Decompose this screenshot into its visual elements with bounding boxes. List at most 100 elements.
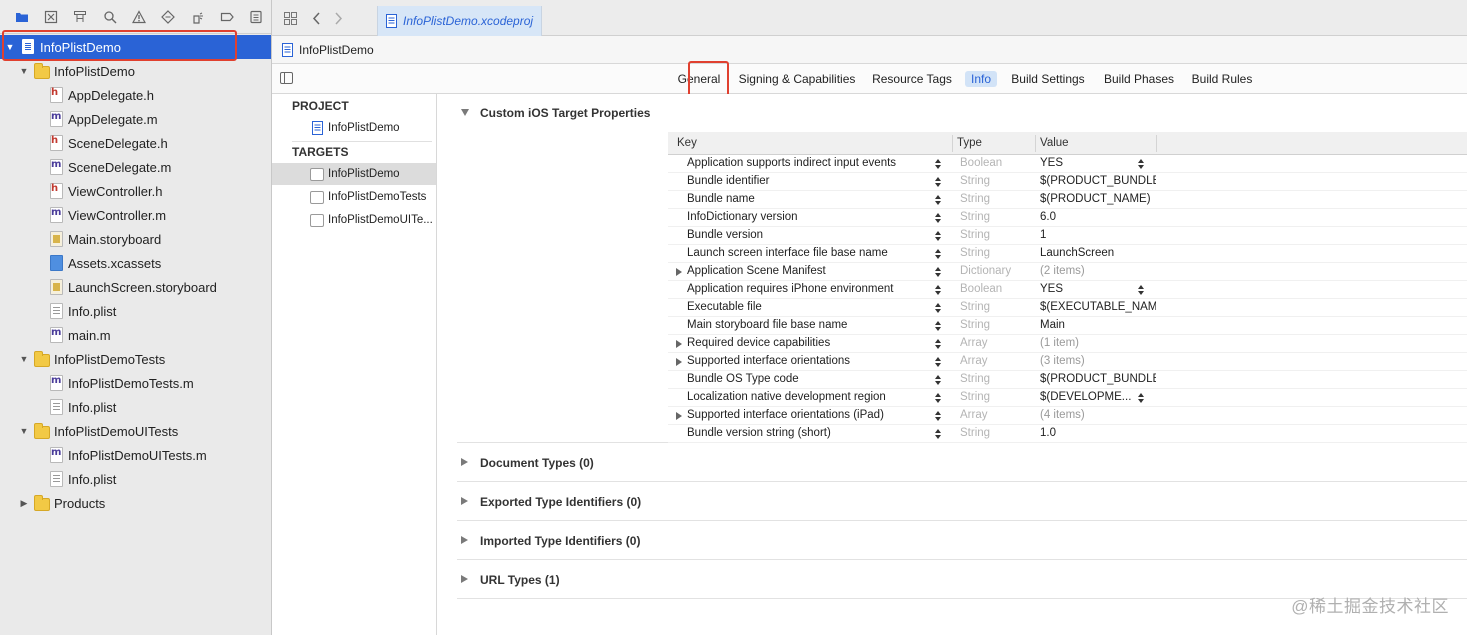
plist-value[interactable]: $(EXECUTABLE_NAME)	[1040, 301, 1156, 313]
tree-folder[interactable]: ▼ InfoPlistDemoUITests	[0, 419, 271, 443]
plist-key[interactable]: Supported interface orientations	[687, 355, 850, 367]
plist-value[interactable]: (3 items)	[1040, 355, 1156, 367]
tree-file[interactable]: h ViewController.h	[0, 179, 271, 203]
plist-value[interactable]: 1	[1040, 229, 1156, 241]
plist-value[interactable]: $(PRODUCT_NAME)	[1040, 193, 1156, 205]
plist-key[interactable]: Application requires iPhone environment	[687, 283, 893, 295]
tree-file[interactable]: m InfoPlistDemoUITests.m	[0, 443, 271, 467]
plist-type[interactable]: Array	[960, 409, 987, 421]
project-item[interactable]: InfoPlistDemo	[272, 117, 436, 139]
disclosure-open-icon[interactable]: ▼	[19, 354, 29, 364]
tab-info[interactable]: Info	[965, 71, 997, 87]
breakpoint-navigator-button[interactable]	[212, 6, 241, 28]
plist-value[interactable]: $(PRODUCT_BUNDLE_IDENTIFIER)	[1040, 175, 1156, 187]
disclosure-collapsed-icon[interactable]	[461, 497, 468, 505]
tree-file[interactable]: m main.m	[0, 323, 271, 347]
plist-type[interactable]: Boolean	[960, 157, 1002, 169]
debug-navigator-button[interactable]	[183, 6, 212, 28]
forward-chevron-icon[interactable]	[330, 10, 346, 26]
plist-row[interactable]: Bundle version string (short) String 1.0	[668, 425, 1467, 443]
target-item[interactable]: InfoPlistDemoTests	[272, 186, 436, 208]
tree-folder[interactable]: ▼ InfoPlistDemoTests	[0, 347, 271, 371]
folder-navigator-button[interactable]	[7, 6, 36, 28]
plist-value[interactable]: 1.0	[1040, 427, 1156, 439]
section-exported-types[interactable]: Exported Type Identifiers (0)	[457, 483, 1467, 521]
disclosure-expanded-icon[interactable]	[461, 109, 469, 116]
disclosure-closed-icon[interactable]: ▶	[19, 498, 29, 508]
plist-type[interactable]: Array	[960, 337, 987, 349]
tab-build-phases[interactable]: Build Phases	[1101, 71, 1177, 87]
tab-build-settings[interactable]: Build Settings	[1008, 71, 1088, 87]
plist-row[interactable]: Executable file String $(EXECUTABLE_NAME)	[668, 299, 1467, 317]
report-navigator-button[interactable]	[242, 6, 271, 28]
key-stepper-icon[interactable]	[935, 248, 943, 261]
plist-row[interactable]: Supported interface orientations Array (3 …	[668, 353, 1467, 371]
key-stepper-icon[interactable]	[935, 428, 943, 441]
disclosure-open-icon[interactable]: ▼	[19, 66, 29, 76]
value-stepper-icon[interactable]	[1138, 392, 1146, 405]
plist-row[interactable]: Bundle OS Type code String $(PRODUCT_BUNDL…	[668, 371, 1467, 389]
row-disclosure-icon[interactable]	[676, 412, 682, 420]
target-item[interactable]: InfoPlistDemoUITe...	[272, 209, 436, 231]
plist-value[interactable]: (2 items)	[1040, 265, 1156, 277]
plist-type[interactable]: String	[960, 193, 990, 205]
test-navigator-button[interactable]	[154, 6, 183, 28]
plist-key[interactable]: Required device capabilities	[687, 337, 830, 349]
tree-file[interactable]: h AppDelegate.h	[0, 83, 271, 107]
plist-key[interactable]: Bundle version	[687, 229, 763, 241]
plist-key[interactable]: Application supports indirect input even…	[687, 157, 896, 169]
plist-type[interactable]: Array	[960, 355, 987, 367]
grid-icon[interactable]	[282, 10, 298, 26]
plist-type[interactable]: String	[960, 427, 990, 439]
plist-value[interactable]: LaunchScreen	[1040, 247, 1156, 259]
plist-value[interactable]: Main	[1040, 319, 1156, 331]
plist-type[interactable]: Dictionary	[960, 265, 1011, 277]
key-stepper-icon[interactable]	[935, 338, 943, 351]
plist-key[interactable]: Application Scene Manifest	[687, 265, 826, 277]
plist-type[interactable]: String	[960, 247, 990, 259]
section-imported-types[interactable]: Imported Type Identifiers (0)	[457, 522, 1467, 560]
key-stepper-icon[interactable]	[935, 158, 943, 171]
jump-bar-project[interactable]: InfoPlistDemo	[299, 43, 374, 57]
plist-row[interactable]: Application requires iPhone environment B…	[668, 281, 1467, 299]
plist-type[interactable]: String	[960, 373, 990, 385]
key-stepper-icon[interactable]	[935, 356, 943, 369]
disclosure-collapsed-icon[interactable]	[461, 536, 468, 544]
plist-type[interactable]: String	[960, 229, 990, 241]
plist-row[interactable]: Launch screen interface file base name St…	[668, 245, 1467, 263]
find-navigator-button[interactable]	[95, 6, 124, 28]
tab-signing-capabilities[interactable]: Signing & Capabilities	[735, 71, 859, 87]
plist-row[interactable]: InfoDictionary version String 6.0	[668, 209, 1467, 227]
key-stepper-icon[interactable]	[935, 266, 943, 279]
plist-key[interactable]: Executable file	[687, 301, 762, 313]
key-stepper-icon[interactable]	[935, 194, 943, 207]
tree-file[interactable]: m ViewController.m	[0, 203, 271, 227]
disclosure-open-icon[interactable]: ▼	[19, 426, 29, 436]
tree-folder[interactable]: ▶ Products	[0, 491, 271, 515]
tree-file[interactable]: m SceneDelegate.m	[0, 155, 271, 179]
key-stepper-icon[interactable]	[935, 410, 943, 423]
plist-type[interactable]: String	[960, 211, 990, 223]
plist-row[interactable]: Bundle name String $(PRODUCT_NAME)	[668, 191, 1467, 209]
target-item[interactable]: InfoPlistDemo	[272, 163, 436, 185]
row-disclosure-icon[interactable]	[676, 358, 682, 366]
plist-key[interactable]: Bundle name	[687, 193, 755, 205]
key-stepper-icon[interactable]	[935, 320, 943, 333]
key-stepper-icon[interactable]	[935, 392, 943, 405]
value-stepper-icon[interactable]	[1138, 284, 1146, 297]
plist-row[interactable]: Localization native development region St…	[668, 389, 1467, 407]
plist-key[interactable]: Main storyboard file base name	[687, 319, 847, 331]
tree-file[interactable]: h SceneDelegate.h	[0, 131, 271, 155]
plist-key[interactable]: Bundle version string (short)	[687, 427, 831, 439]
tree-file[interactable]: Info.plist	[0, 395, 271, 419]
back-chevron-icon[interactable]	[308, 10, 324, 26]
plist-type[interactable]: String	[960, 391, 990, 403]
key-stepper-icon[interactable]	[935, 284, 943, 297]
plist-row[interactable]: Application supports indirect input even…	[668, 155, 1467, 173]
plist-row[interactable]: Main storyboard file base name String Main	[668, 317, 1467, 335]
symbol-navigator-button[interactable]	[66, 6, 95, 28]
plist-key[interactable]: Launch screen interface file base name	[687, 247, 888, 259]
disclosure-collapsed-icon[interactable]	[461, 458, 468, 466]
plist-row[interactable]: Required device capabilities Array (1 item…	[668, 335, 1467, 353]
plist-key[interactable]: Bundle identifier	[687, 175, 769, 187]
